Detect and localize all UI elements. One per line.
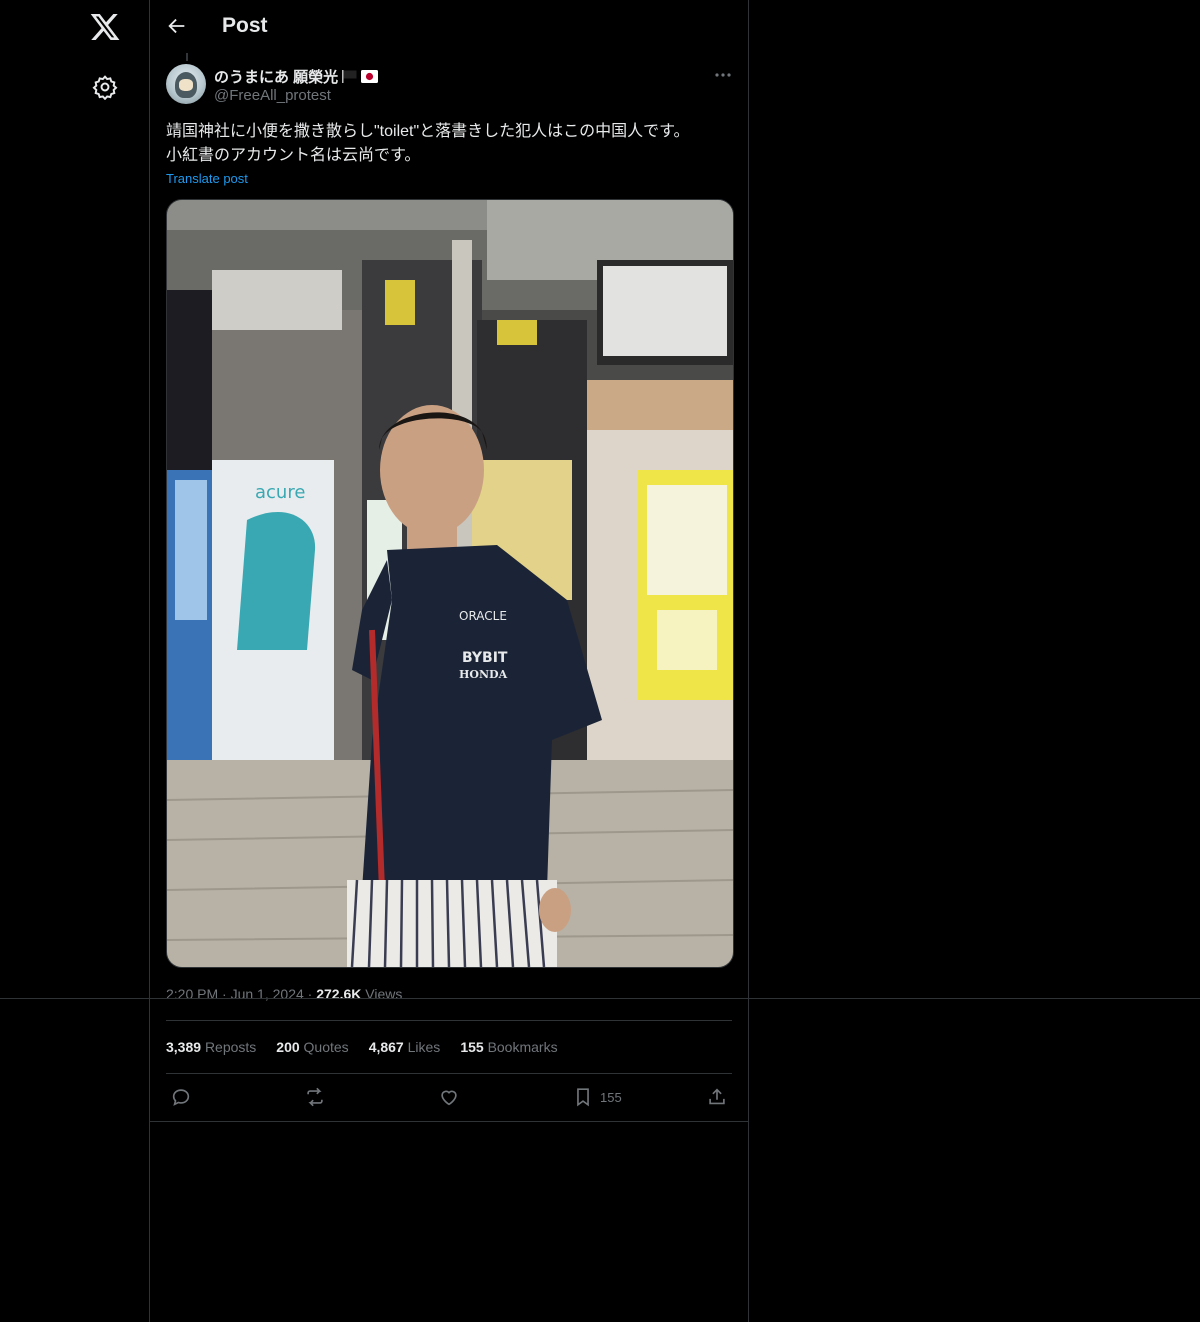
like-button[interactable] xyxy=(438,1085,460,1109)
reposts-stat[interactable]: 3,389 Reposts xyxy=(166,1039,256,1055)
more-options-icon[interactable] xyxy=(714,66,732,84)
share-icon xyxy=(709,1088,725,1105)
post-date[interactable]: Jun 1, 2024 xyxy=(231,986,304,1002)
heart-icon xyxy=(441,1090,457,1106)
black-flag-icon xyxy=(342,70,357,83)
bookmark-count: 155 xyxy=(600,1089,622,1105)
action-bar: 155 xyxy=(166,1085,732,1109)
divider xyxy=(0,998,1200,999)
photo-scene: acure ORACLE BYBIT HONDA xyxy=(167,200,733,967)
translate-post-link[interactable]: Translate post xyxy=(166,171,248,186)
thread-line xyxy=(186,53,188,61)
bookmarks-stat[interactable]: 155 Bookmarks xyxy=(460,1039,557,1055)
author-name-row[interactable]: のうまにあ 願榮光 xyxy=(214,66,379,87)
quotes-stat[interactable]: 200 Quotes xyxy=(276,1039,348,1055)
post-photo[interactable]: acure ORACLE BYBIT HONDA xyxy=(166,199,734,968)
separator: · xyxy=(222,986,227,1002)
views-count: 272.6K xyxy=(316,986,362,1002)
post-text-line: 小紅書のアカウント名は云尚です。 xyxy=(166,147,421,164)
reply-button[interactable] xyxy=(170,1085,192,1109)
page-header: Post xyxy=(150,0,748,53)
divider xyxy=(166,1073,732,1074)
repost-button[interactable] xyxy=(304,1085,326,1109)
svg-text:ORACLE: ORACLE xyxy=(459,609,507,623)
main-column: Post のうまにあ 願榮光 @FreeAll_protest 靖国神社に小便を… xyxy=(149,0,749,1322)
views-label: Views xyxy=(365,986,403,1002)
author-name[interactable]: のうまにあ 願榮光 xyxy=(214,66,338,87)
divider xyxy=(166,1020,732,1021)
gear-icon[interactable] xyxy=(92,74,118,100)
repost-icon xyxy=(307,1087,323,1107)
share-button[interactable] xyxy=(706,1085,728,1109)
arrow-left-icon[interactable] xyxy=(166,15,188,37)
svg-text:BYBIT: BYBIT xyxy=(462,650,508,666)
avatar[interactable] xyxy=(166,64,206,104)
reply-icon xyxy=(172,1089,190,1106)
svg-text:acure: acure xyxy=(255,482,305,503)
bookmark-button[interactable]: 155 xyxy=(572,1085,622,1109)
japan-flag-icon xyxy=(361,70,379,83)
page-title: Post xyxy=(222,14,268,37)
post-time[interactable]: 2:20 PM xyxy=(166,986,218,1002)
svg-text:HONDA: HONDA xyxy=(459,668,508,681)
likes-stat[interactable]: 4,867 Likes xyxy=(369,1039,441,1055)
post-meta: 2:20 PM · Jun 1, 2024 · 272.6K Views xyxy=(166,986,402,1002)
left-rail xyxy=(0,0,149,1322)
divider xyxy=(150,1121,748,1122)
author-handle[interactable]: @FreeAll_protest xyxy=(214,87,331,104)
bookmark-icon xyxy=(577,1088,589,1107)
post-text-line: 靖国神社に小便を撒き散らし"toilet"と落書きした犯人はこの中国人です。 xyxy=(166,123,690,140)
engagement-stats: 3,389 Reposts 200 Quotes 4,867 Likes 155… xyxy=(166,1039,558,1055)
x-logo-icon[interactable] xyxy=(89,11,121,43)
post-text: 靖国神社に小便を撒き散らし"toilet"と落書きした犯人はこの中国人です。 小… xyxy=(166,120,736,168)
